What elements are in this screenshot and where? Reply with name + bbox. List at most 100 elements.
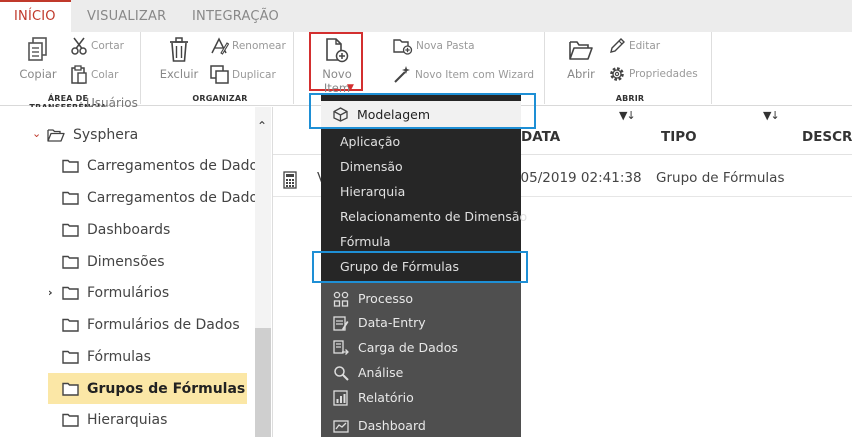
menu-item-label: Dimensão [340,159,403,174]
rename-button[interactable]: Renomear [210,37,286,55]
edit-button[interactable]: Editar [608,37,660,55]
tree-item-selected[interactable]: Grupos de Fórmulas [48,373,247,404]
menu-item-label: Hierarquia [340,184,406,199]
menu-item-label: Análise [358,365,404,380]
tree-item-folder[interactable]: Carregamentos de Dados r [62,184,255,212]
tree-item-folder[interactable]: Dimensões [62,248,165,276]
grupo-formulas-highlight [312,251,528,283]
paste-label: Colar [91,69,119,81]
tree-item-label: Formulários de Dados [87,317,240,333]
chevron-down-icon[interactable]: ⌄ [32,127,41,140]
tab-integracao[interactable]: INTEGRAÇÃO [192,0,279,32]
menu-item-label: Aplicação [340,134,401,149]
pencil-icon [610,38,625,53]
menu-item-processo[interactable]: Processo [321,286,521,311]
cut-label: Cortar [91,40,124,52]
tree-scrollbar[interactable]: ⌃ [255,107,271,437]
open-button[interactable]: Abrir [562,37,600,81]
tree-item-label: Grupos de Fórmulas [87,380,246,397]
dashboard-icon [333,419,349,433]
duplicate-label: Duplicar [232,68,276,81]
folder-icon [62,413,79,427]
dropdown-caret-icon: ▼ [347,83,354,93]
copy-icon [28,37,47,61]
copy-label: Copiar [19,67,57,81]
filter-sort-icon[interactable]: ▼↓ [619,109,636,122]
rename-label: Renomear [232,40,286,52]
chevron-right-icon[interactable]: › [48,286,53,299]
folder-icon [62,350,79,364]
column-header-description[interactable]: DESCRI [802,129,852,145]
menu-item-data-entry[interactable]: Data-Entry [321,310,521,335]
menu-item-relacionamento[interactable]: Relacionamento de Dimensão [321,204,527,229]
folder-icon [62,223,79,237]
group-label-open: ABRIR [615,94,645,103]
tree-item-partial[interactable]: Usuários [86,93,138,113]
new-folder-button[interactable]: Nova Pasta [393,37,475,55]
new-item-wizard-label: Novo Item com Wizard [415,68,535,81]
folder-tree: Usuários ⌄ Sysphera Carregamentos de Dad… [0,96,271,437]
menu-item-label: Processo [358,291,414,306]
folder-icon [62,159,79,173]
tree-item-label: Formulários [87,285,170,301]
folder-icon [62,318,79,332]
paste-button[interactable]: Colar [70,65,118,85]
cell-date: /05/2019 02:41:38 [516,170,642,186]
tree-item-label: Hierarquias [87,412,168,428]
open-label: Abrir [567,67,595,81]
ribbon-separator [140,32,141,104]
filter-sort-icon[interactable]: ▼↓ [763,109,780,122]
trash-icon [170,37,188,62]
ribbon-separator [711,32,712,104]
tree-item-folder[interactable]: Carregamentos de Dados n [62,152,255,180]
ribbon-separator [293,32,294,104]
formula-group-icon [283,171,299,193]
folder-icon [62,382,79,396]
menu-item-label: Relacionamento de Dimensão [340,209,528,224]
tab-inicio[interactable]: INÍCIO [0,0,71,32]
properties-label: Propriedades [629,68,698,80]
tree-item-label: Carregamentos de Dados n [87,158,255,174]
tab-visualizar[interactable]: VISUALIZAR [87,0,166,32]
menu-item-hierarquia[interactable]: Hierarquia [321,179,521,204]
tree-item-folder[interactable]: Dashboards [62,216,170,244]
chevron-up-icon[interactable]: ⌃ [257,119,267,133]
column-header-date[interactable]: DATA [521,129,560,145]
tree-item-folder[interactable]: Formulários [62,279,169,307]
magic-wand-icon [394,66,410,83]
menu-item-carga-dados[interactable]: Carga de Dados [321,335,521,360]
tree-item-folder[interactable]: Hierarquias [62,406,167,434]
duplicate-icon [210,65,229,84]
copy-button[interactable]: Copiar [17,37,59,81]
new-item-wizard-button[interactable]: Novo Item com Wizard [393,65,534,84]
new-item-icon [326,38,349,63]
cut-button[interactable]: Cortar [70,37,124,55]
modelagem-highlight [309,93,536,129]
rename-icon [211,37,229,55]
gear-icon [610,67,624,81]
edit-label: Editar [629,40,661,52]
delete-button[interactable]: Excluir [158,37,200,81]
new-folder-icon [393,39,413,55]
menu-item-aplicacao[interactable]: Aplicação [321,129,521,154]
scrollbar-thumb[interactable] [255,328,271,437]
data-load-icon [333,339,349,355]
folder-icon [62,255,79,269]
process-icon [333,291,349,307]
tree-item-folder[interactable]: Fórmulas [62,343,151,371]
tree-item-label: Dimensões [87,254,165,270]
menu-item-relatorio[interactable]: Relatório [321,385,521,410]
tree-item-folder[interactable]: Formulários de Dados [62,311,240,339]
column-header-type[interactable]: TIPO [661,129,697,145]
ribbon-separator [544,32,545,104]
tree-item-sysphera[interactable]: Sysphera [47,121,138,149]
properties-button[interactable]: Propriedades [608,65,698,83]
folder-open-icon [47,128,65,142]
tree-item-label: Sysphera [73,127,139,143]
menu-item-analise[interactable]: Análise [321,360,521,385]
menu-item-dashboard[interactable]: Dashboard [321,413,521,437]
delete-label: Excluir [159,67,199,81]
duplicate-button[interactable]: Duplicar [210,65,276,84]
menu-item-label: Fórmula [340,234,391,249]
menu-item-dimensao[interactable]: Dimensão [321,154,521,179]
